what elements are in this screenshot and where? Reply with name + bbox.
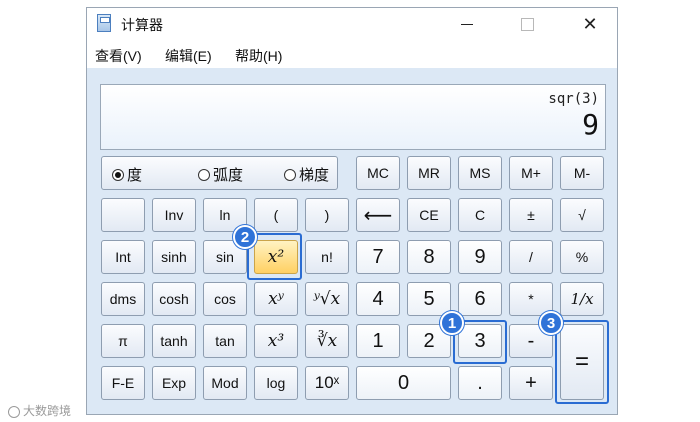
cube-root-button[interactable]: ∛x	[305, 324, 349, 358]
mod-button[interactable]: Mod	[203, 366, 247, 400]
brand-logo-icon	[8, 405, 20, 418]
dms-button[interactable]: dms	[101, 282, 145, 316]
log-button[interactable]: log	[254, 366, 298, 400]
y-root-button[interactable]: ʸ√x	[305, 282, 349, 316]
plus-minus-button[interactable]: ±	[509, 198, 553, 232]
display-panel: sqr(3) 9	[100, 84, 606, 150]
menu-bar: 查看(V) 编辑(E) 帮助(H)	[87, 40, 617, 68]
radio-gradians[interactable]: 梯度	[284, 164, 329, 185]
ten-power-button[interactable]: 10ˣ	[305, 366, 349, 400]
cosh-button[interactable]: cosh	[152, 282, 196, 316]
radio-gradians-label: 梯度	[299, 167, 330, 184]
digit-6-button[interactable]: 6	[458, 282, 502, 316]
percent-button[interactable]: %	[560, 240, 604, 274]
radio-degrees[interactable]: 度	[112, 164, 142, 185]
ce-button[interactable]: CE	[407, 198, 451, 232]
digit-9-button[interactable]: 9	[458, 240, 502, 274]
m-minus-button[interactable]: M-	[560, 156, 604, 190]
radio-radians[interactable]: 弧度	[198, 164, 243, 185]
exp-button[interactable]: Exp	[152, 366, 196, 400]
minimize-button[interactable]	[443, 8, 489, 40]
digit-4-button[interactable]: 4	[356, 282, 400, 316]
close-icon: ✕	[582, 14, 598, 34]
plus-button[interactable]: +	[509, 366, 553, 400]
close-button[interactable]: ✕	[567, 8, 613, 40]
right-paren-button[interactable]: )	[305, 198, 349, 232]
inv-button[interactable]: Inv	[152, 198, 196, 232]
c-button[interactable]: C	[458, 198, 502, 232]
mc-button[interactable]: MC	[356, 156, 400, 190]
fe-button[interactable]: F-E	[101, 366, 145, 400]
digit-7-button[interactable]: 7	[356, 240, 400, 274]
digit-1-button[interactable]: 1	[356, 324, 400, 358]
left-paren-button[interactable]: (	[254, 198, 298, 232]
window-title: 计算器	[121, 17, 163, 33]
radio-selected-icon	[112, 168, 124, 181]
sqrt-button[interactable]: √	[560, 198, 604, 232]
m-plus-button[interactable]: M+	[509, 156, 553, 190]
power-button[interactable]: xʸ	[254, 282, 298, 316]
reciprocal-button[interactable]: 1/x	[560, 282, 604, 316]
calculator-window: 计算器 ✕ 查看(V) 编辑(E) 帮助(H) sqr(3) 9 度 弧度 梯度…	[86, 7, 618, 415]
maximize-button[interactable]	[505, 8, 551, 40]
calculator-icon	[97, 14, 111, 32]
brand-watermark: 大数跨境	[8, 402, 71, 419]
step-marker-2: 2	[233, 225, 257, 249]
radio-empty-icon	[198, 168, 210, 181]
tan-button[interactable]: tan	[203, 324, 247, 358]
menu-help[interactable]: 帮助(H)	[235, 46, 282, 66]
blank-button	[101, 198, 145, 232]
digit-5-button[interactable]: 5	[407, 282, 451, 316]
maximize-icon	[521, 18, 534, 31]
title-bar: 计算器 ✕	[87, 8, 617, 40]
divide-button[interactable]: /	[509, 240, 553, 274]
int-button[interactable]: Int	[101, 240, 145, 274]
minimize-icon	[461, 24, 473, 25]
cos-button[interactable]: cos	[203, 282, 247, 316]
highlight-equals	[555, 320, 609, 404]
radio-radians-label: 弧度	[213, 167, 244, 184]
tanh-button[interactable]: tanh	[152, 324, 196, 358]
angle-mode-group: 度 弧度 梯度	[101, 156, 338, 190]
brand-text: 大数跨境	[23, 404, 72, 418]
backspace-button[interactable]: ⟵	[356, 198, 400, 232]
digit-0-button[interactable]: 0	[356, 366, 451, 400]
radio-empty-icon	[284, 168, 296, 181]
ms-button[interactable]: MS	[458, 156, 502, 190]
menu-view[interactable]: 查看(V)	[95, 46, 142, 66]
decimal-button[interactable]: .	[458, 366, 502, 400]
radio-degrees-label: 度	[127, 167, 143, 184]
digit-8-button[interactable]: 8	[407, 240, 451, 274]
step-marker-3: 3	[539, 311, 563, 335]
result-text: 9	[582, 108, 599, 141]
sinh-button[interactable]: sinh	[152, 240, 196, 274]
pi-button[interactable]: π	[101, 324, 145, 358]
cube-button[interactable]: x³	[254, 324, 298, 358]
menu-edit[interactable]: 编辑(E)	[165, 46, 212, 66]
factorial-button[interactable]: n!	[305, 240, 349, 274]
step-marker-1: 1	[440, 311, 464, 335]
mr-button[interactable]: MR	[407, 156, 451, 190]
expression-text: sqr(3)	[548, 91, 599, 107]
